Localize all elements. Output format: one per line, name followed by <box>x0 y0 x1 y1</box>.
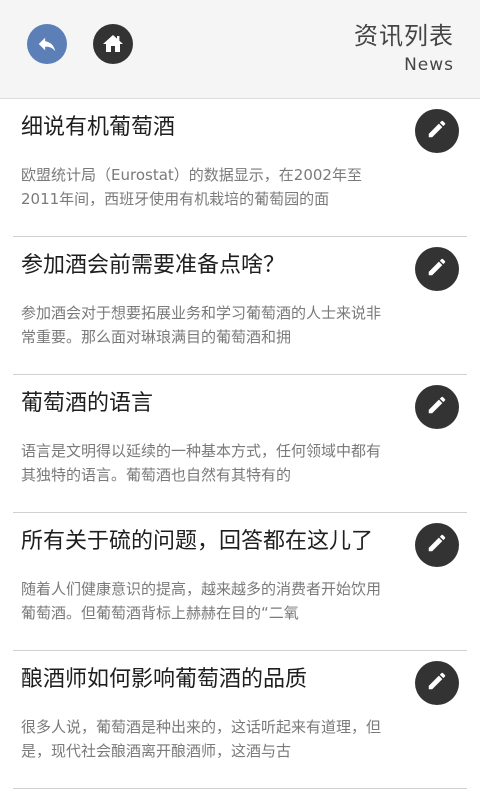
edit-button[interactable] <box>415 109 459 153</box>
title-block: 资讯列表 News <box>354 20 454 76</box>
home-icon <box>101 32 125 56</box>
page-title: 资讯列表 <box>354 22 454 50</box>
news-list: 细说有机葡萄酒 欧盟统计局（Eurostat）的数据显示，在2002年至2011… <box>0 99 480 789</box>
news-item[interactable]: 细说有机葡萄酒 欧盟统计局（Eurostat）的数据显示，在2002年至2011… <box>13 99 467 237</box>
news-item[interactable]: 酿酒师如何影响葡萄酒的品质 很多人说，葡萄酒是种出来的，这话听起来有道理，但是，… <box>13 651 467 789</box>
page-subtitle: News <box>404 55 454 75</box>
edit-button[interactable] <box>415 523 459 567</box>
news-title: 酿酒师如何影响葡萄酒的品质 <box>21 667 308 692</box>
news-summary: 随着人们健康意识的提高，越来越多的消费者开始饮用葡萄酒。但葡萄酒背标上赫赫在目的… <box>21 580 382 622</box>
pencil-icon <box>426 670 448 696</box>
back-arrow-icon <box>36 33 58 55</box>
edit-button[interactable] <box>415 661 459 705</box>
news-item[interactable]: 参加酒会前需要准备点啥？ 参加酒会对于想要拓展业务和学习葡萄酒的人士来说非常重要… <box>13 237 467 375</box>
news-summary: 参加酒会对于想要拓展业务和学习葡萄酒的人士来说非常重要。那么面对琳琅满目的葡萄酒… <box>21 304 382 346</box>
news-title: 参加酒会前需要准备点啥？ <box>21 253 286 278</box>
edit-button[interactable] <box>415 385 459 429</box>
news-summary: 欧盟统计局（Eurostat）的数据显示，在2002年至2011年间，西班牙使用… <box>21 166 362 208</box>
pencil-icon <box>426 256 448 282</box>
pencil-icon <box>426 394 448 420</box>
header-bar: 资讯列表 News <box>0 0 480 99</box>
news-summary: 很多人说，葡萄酒是种出来的，这话听起来有道理，但是，现代社会酿酒离开酿酒师，这酒… <box>21 718 382 760</box>
news-item[interactable]: 所有关于硫的问题，回答都在这儿了 随着人们健康意识的提高，越来越多的消费者开始饮… <box>13 513 467 651</box>
news-list-screen: 资讯列表 News 细说有机葡萄酒 欧盟统计局（Eurostat）的数据显示，在… <box>0 0 480 800</box>
back-button[interactable] <box>27 24 67 64</box>
home-button[interactable] <box>93 24 133 64</box>
news-item[interactable]: 葡萄酒的语言 语言是文明得以延续的一种基本方式，任何领域中都有其独特的语言。葡萄… <box>13 375 467 513</box>
pencil-icon <box>426 118 448 144</box>
news-title: 所有关于硫的问题，回答都在这儿了 <box>21 529 374 554</box>
news-title: 葡萄酒的语言 <box>21 391 154 416</box>
pencil-icon <box>426 532 448 558</box>
edit-button[interactable] <box>415 247 459 291</box>
news-summary: 语言是文明得以延续的一种基本方式，任何领域中都有其独特的语言。葡萄酒也自然有其特… <box>21 442 382 484</box>
news-title: 细说有机葡萄酒 <box>21 115 176 140</box>
